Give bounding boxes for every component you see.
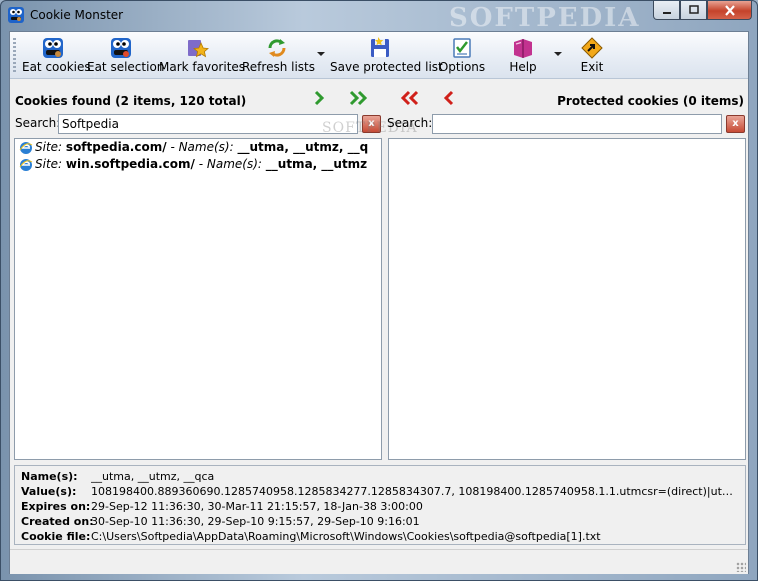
maximize-icon	[688, 5, 699, 14]
cookie-details-panel: Name(s): __utma, __utmz, __qca Value(s): 1…	[14, 465, 746, 545]
client-area: Eat cookies Eat selection Mark favorites	[9, 31, 749, 574]
right-search-label: Search:	[387, 116, 433, 130]
window-title: Cookie Monster	[30, 8, 124, 22]
close-button[interactable]	[707, 1, 752, 20]
status-bar	[10, 549, 748, 574]
right-search-input[interactable]	[432, 114, 722, 134]
names-label: - Name(s):	[198, 157, 262, 171]
details-file-label: Cookie file:	[21, 530, 91, 543]
details-file-row: Cookie file:C:\Users\Softpedia\AppData\R…	[21, 530, 601, 543]
help-book-icon	[514, 39, 532, 58]
exit-icon	[581, 37, 603, 59]
help-button[interactable]: Help	[507, 35, 539, 75]
cookie-monster-icon	[43, 38, 63, 58]
app-window: Cookie Monster SOFTPEDIA Eat cookies Eat…	[0, 0, 758, 581]
details-values-row: Value(s): 108198400.889360690.1285740958.…	[21, 485, 741, 498]
details-expires-label: Expires on:	[21, 500, 91, 513]
help-label: Help	[509, 60, 537, 74]
cookie-monster-icon	[8, 7, 24, 23]
toolbar: Eat cookies Eat selection Mark favorites	[10, 32, 748, 79]
floppy-icon	[371, 37, 389, 57]
details-expires-row: Expires on:29-Sep-12 11:36:30, 30-Mar-11…	[21, 500, 423, 513]
close-icon	[724, 4, 735, 16]
details-names-value: __utma, __utmz, __qca	[91, 470, 215, 483]
protected-cookies-list[interactable]	[388, 138, 746, 460]
site-value: win.softpedia.com/	[65, 157, 195, 171]
maximize-button[interactable]	[680, 1, 707, 20]
site-value: softpedia.com/	[65, 140, 167, 154]
mark-favorites-label: Mark favorites	[159, 60, 246, 74]
refresh-lists-button[interactable]: Refresh lists	[242, 35, 316, 75]
names-label: - Name(s):	[170, 140, 234, 154]
details-names-row: Name(s): __utma, __utmz, __qca	[21, 470, 214, 483]
star-icon	[188, 40, 209, 58]
protected-cookies-heading: Protected cookies (0 items)	[557, 94, 744, 108]
names-value: __utma, __utmz	[265, 157, 368, 171]
size-grip[interactable]	[736, 562, 746, 572]
mark-favorites-button[interactable]: Mark favorites	[159, 35, 245, 75]
right-search-clear-button[interactable]: x	[726, 115, 745, 133]
options-icon	[453, 38, 471, 58]
details-created-row: Created on:30-Sep-10 11:36:30, 29-Sep-10…	[21, 515, 420, 528]
exit-label: Exit	[580, 60, 604, 74]
names-value: __utma, __utmz, __q	[237, 140, 369, 154]
eat-cookies-button[interactable]: Eat cookies	[22, 35, 91, 75]
exit-button[interactable]: Exit	[575, 35, 609, 75]
caption-buttons	[653, 1, 752, 21]
watermark: SOFTPEDIA	[449, 3, 641, 33]
title-bar[interactable]: Cookie Monster SOFTPEDIA	[1, 1, 757, 33]
details-file-value: C:\Users\Softpedia\AppData\Roaming\Micro…	[91, 530, 601, 543]
details-created-label: Created on:	[21, 515, 94, 528]
left-search-input[interactable]	[58, 114, 358, 134]
help-dropdown-arrow[interactable]	[554, 52, 562, 56]
eat-cookies-label: Eat cookies	[22, 60, 91, 74]
save-protected-list-button[interactable]: Save protected list	[330, 35, 443, 75]
list-item[interactable]: Site: win.softpedia.com/ - Name(s): __ut…	[15, 157, 381, 173]
move-all-right-icon[interactable]	[348, 88, 370, 108]
refresh-dropdown-arrow[interactable]	[317, 52, 325, 56]
ie-icon	[19, 142, 33, 154]
options-button[interactable]: Options	[438, 35, 486, 75]
details-values-value: 108198400.889360690.1285740958.128583427…	[91, 485, 741, 498]
details-values-label: Value(s):	[21, 485, 77, 498]
site-label: Site:	[35, 157, 63, 171]
details-created-value: 30-Sep-10 11:36:30, 29-Sep-10 9:15:57, 2…	[91, 515, 420, 528]
refresh-icon	[268, 39, 286, 57]
details-names-label: Name(s):	[21, 470, 78, 483]
cookies-found-list[interactable]: Site: softpedia.com/ - Name(s): __utma, …	[14, 138, 382, 460]
site-label: Site:	[35, 140, 63, 154]
list-item[interactable]: Site: softpedia.com/ - Name(s): __utma, …	[15, 140, 381, 156]
move-selected-left-icon[interactable]	[438, 88, 460, 108]
eat-selection-label: Eat selection	[87, 60, 165, 74]
save-protected-list-label: Save protected list	[330, 60, 443, 74]
minimize-button[interactable]	[653, 1, 680, 20]
move-all-left-icon[interactable]	[398, 88, 420, 108]
eat-selection-button[interactable]: Eat selection	[87, 35, 164, 75]
cookie-monster-icon	[111, 38, 131, 58]
minimize-icon	[662, 12, 671, 14]
toolbar-grip[interactable]	[13, 38, 16, 72]
details-expires-value: 29-Sep-12 11:36:30, 30-Mar-11 21:15:57, …	[91, 500, 423, 513]
refresh-lists-label: Refresh lists	[242, 60, 316, 74]
left-search-label: Search:	[15, 116, 61, 130]
options-label: Options	[438, 60, 486, 74]
move-selected-right-icon[interactable]	[308, 88, 330, 108]
ie-icon	[19, 159, 33, 171]
cookies-found-heading: Cookies found (2 items, 120 total)	[15, 94, 247, 108]
